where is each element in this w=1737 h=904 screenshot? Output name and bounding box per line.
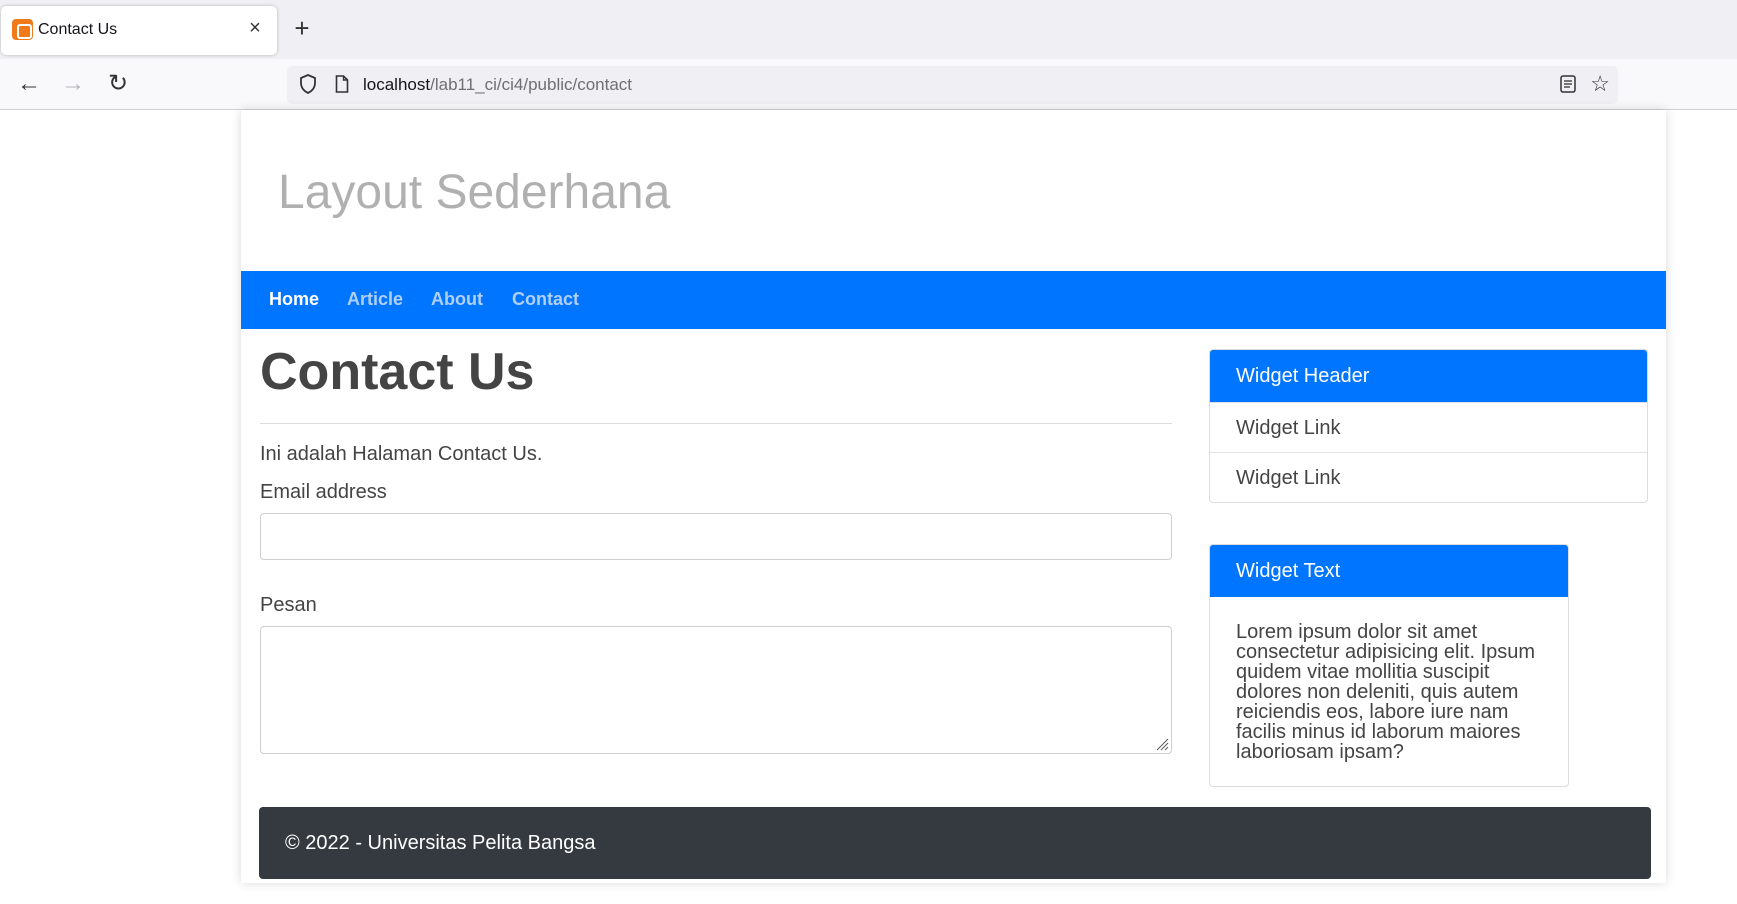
close-tab-icon[interactable]: × bbox=[243, 16, 267, 40]
nav-about-link[interactable]: About bbox=[431, 289, 483, 310]
email-field[interactable] bbox=[260, 513, 1172, 561]
widget-text-header: Widget Text bbox=[1210, 545, 1568, 597]
forward-icon[interactable]: → bbox=[58, 70, 88, 100]
widget-link[interactable]: Widget Link bbox=[1210, 402, 1647, 452]
message-label: Pesan bbox=[260, 594, 317, 617]
widget-links: Widget Header Widget Link Widget Link bbox=[1209, 349, 1648, 503]
widget-link[interactable]: Widget Link bbox=[1210, 452, 1647, 502]
message-textarea[interactable] bbox=[260, 626, 1172, 755]
new-tab-icon[interactable]: + bbox=[289, 15, 315, 42]
nav-article-link[interactable]: Article bbox=[347, 289, 403, 310]
shield-icon[interactable] bbox=[299, 74, 317, 94]
site-footer: © 2022 - Universitas Pelita Bangsa bbox=[259, 807, 1651, 879]
back-icon[interactable]: ← bbox=[14, 70, 44, 100]
browser-tab[interactable]: Contact Us × bbox=[1, 6, 277, 55]
widget-header: Widget Header bbox=[1210, 350, 1647, 402]
page-container: Layout Sederhana Home Article About Cont… bbox=[241, 110, 1666, 883]
reload-icon[interactable]: ↻ bbox=[103, 70, 133, 100]
bookmark-star-icon[interactable]: ☆ bbox=[1590, 72, 1610, 96]
intro-text: Ini adalah Halaman Contact Us. bbox=[260, 443, 543, 466]
heading-divider bbox=[260, 423, 1172, 425]
widget-text: Widget Text Lorem ipsum dolor sit amet c… bbox=[1209, 544, 1569, 787]
reader-view-icon[interactable] bbox=[1560, 75, 1576, 93]
xampp-favicon-icon bbox=[12, 19, 33, 40]
nav-home-link[interactable]: Home bbox=[269, 289, 319, 310]
main-nav: Home Article About Contact bbox=[241, 271, 1666, 329]
browser-tabstrip: Contact Us × + bbox=[0, 0, 1737, 59]
url-bar[interactable]: localhost/lab11_ci/ci4/public/contact ☆ bbox=[287, 66, 1618, 104]
page-info-icon[interactable] bbox=[335, 75, 349, 93]
tab-title: Contact Us bbox=[38, 21, 118, 38]
site-header: Layout Sederhana bbox=[241, 110, 1666, 271]
url-host: localhost bbox=[363, 75, 431, 94]
widget-text-body: Lorem ipsum dolor sit amet consectetur a… bbox=[1236, 621, 1536, 763]
email-label: Email address bbox=[260, 481, 387, 504]
nav-contact-link[interactable]: Contact bbox=[512, 289, 579, 310]
page-heading: Contact Us bbox=[260, 343, 535, 401]
resize-handle-icon[interactable] bbox=[1155, 737, 1169, 751]
url-text[interactable]: localhost/lab11_ci/ci4/public/contact bbox=[363, 75, 632, 95]
browser-toolbar: ← → ↻ localhost/lab11_ci/ci4/public/cont… bbox=[0, 59, 1737, 110]
site-title: Layout Sederhana bbox=[278, 166, 671, 219]
sidebar: Widget Header Widget Link Widget Link Wi… bbox=[1209, 349, 1648, 787]
url-path: /lab11_ci/ci4/public/contact bbox=[430, 75, 633, 94]
main-content: Contact Us Ini adalah Halaman Contact Us… bbox=[260, 343, 1172, 755]
